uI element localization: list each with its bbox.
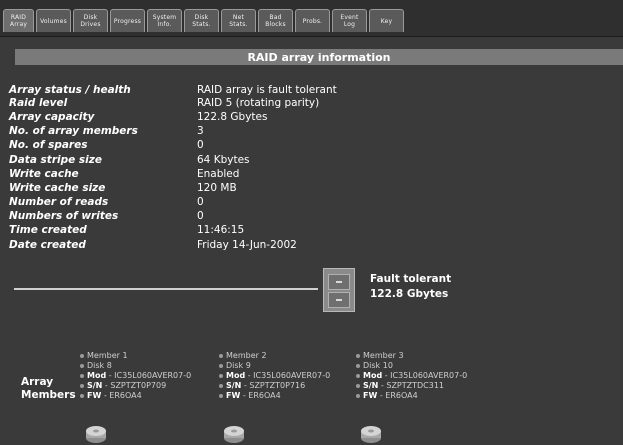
info-value: 3 — [197, 125, 204, 137]
member-mod-line: Mod - IC35L060AVER07-0 — [356, 371, 496, 381]
info-value: 0 — [197, 210, 204, 222]
info-label: Number of reads — [9, 196, 109, 208]
info-value: 0 — [197, 196, 204, 208]
info-label: Numbers of writes — [9, 210, 119, 222]
tab-disk-drives[interactable]: Disk Drives — [73, 9, 108, 32]
section-title: RAID array information — [15, 49, 623, 65]
tab-bar: RAID Array Volumes Disk Drives Progress … — [0, 0, 623, 37]
hard-disk-icon — [86, 426, 106, 443]
member-card: Member 3 Disk 10 Mod - IC35L060AVER07-0 … — [356, 351, 496, 401]
member-card: Member 1 Disk 8 Mod - IC35L060AVER07-0 S… — [80, 351, 220, 401]
member-disk-line: Disk 10 — [356, 361, 496, 371]
member-name-line: Member 3 — [356, 351, 496, 361]
array-members-label: Members — [21, 389, 76, 401]
hard-disk-icon — [361, 426, 381, 443]
info-label: No. of spares — [9, 139, 88, 151]
member-fw-line: FW - ER6OA4 — [219, 391, 359, 401]
array-status-caption: Fault tolerant — [370, 273, 452, 285]
info-label: Write cache — [9, 168, 79, 180]
info-value: 64 Kbytes — [197, 154, 250, 166]
tab-system-info[interactable]: System Info. — [147, 9, 182, 32]
tab-event-log[interactable]: Event Log — [332, 9, 367, 32]
tab-net-stats[interactable]: Net Stats. — [221, 9, 256, 32]
member-name-line: Member 2 — [219, 351, 359, 361]
info-label: Array status / health — [9, 84, 131, 96]
member-sn-line: S/N - SZPTZTDC311 — [356, 381, 496, 391]
info-label: Time created — [9, 224, 87, 236]
tab-bad-blocks[interactable]: Bad Blocks — [258, 9, 293, 32]
array-capacity-caption: 122.8 Gbytes — [370, 288, 449, 300]
info-label: Raid level — [9, 97, 68, 109]
info-value: RAID 5 (rotating parity) — [197, 97, 320, 109]
member-disk-line: Disk 8 — [80, 361, 220, 371]
tab-progress[interactable]: Progress — [110, 9, 145, 32]
member-mod-line: Mod - IC35L060AVER07-0 — [219, 371, 359, 381]
info-value: RAID array is fault tolerant — [197, 84, 337, 96]
tab-probs[interactable]: Probs. — [295, 9, 330, 32]
info-value: Friday 14-Jun-2002 — [197, 239, 297, 251]
tab-key[interactable]: Key — [369, 9, 404, 32]
info-value: 11:46:15 — [197, 224, 245, 236]
member-sn-line: S/N - SZPTZT0P709 — [80, 381, 220, 391]
cabinet-drawer — [328, 274, 350, 290]
info-value: 120 MB — [197, 182, 237, 194]
tab-volumes[interactable]: Volumes — [36, 9, 71, 32]
info-value: 122.8 Gbytes — [197, 111, 268, 123]
info-label: Array capacity — [9, 111, 95, 123]
info-label: Date created — [9, 239, 86, 251]
array-members-label: Array — [21, 376, 54, 388]
tab-raid-array[interactable]: RAID Array — [3, 9, 34, 32]
info-value: Enabled — [197, 168, 240, 180]
cabinet-drawer — [328, 292, 350, 308]
info-value: 0 — [197, 139, 204, 151]
info-label: Write cache size — [9, 182, 106, 194]
tab-disk-stats[interactable]: Disk Stats. — [184, 9, 219, 32]
filing-cabinet-icon — [323, 268, 355, 312]
member-sn-line: S/N - SZPTZT0P716 — [219, 381, 359, 391]
member-card: Member 2 Disk 9 Mod - IC35L060AVER07-0 S… — [219, 351, 359, 401]
member-mod-line: Mod - IC35L060AVER07-0 — [80, 371, 220, 381]
divider-line — [14, 288, 318, 290]
member-fw-line: FW - ER6OA4 — [80, 391, 220, 401]
info-label: No. of array members — [9, 125, 138, 137]
member-disk-line: Disk 9 — [219, 361, 359, 371]
hard-disk-icon — [224, 426, 244, 443]
member-fw-line: FW - ER6OA4 — [356, 391, 496, 401]
info-label: Data stripe size — [9, 154, 102, 166]
member-name-line: Member 1 — [80, 351, 220, 361]
